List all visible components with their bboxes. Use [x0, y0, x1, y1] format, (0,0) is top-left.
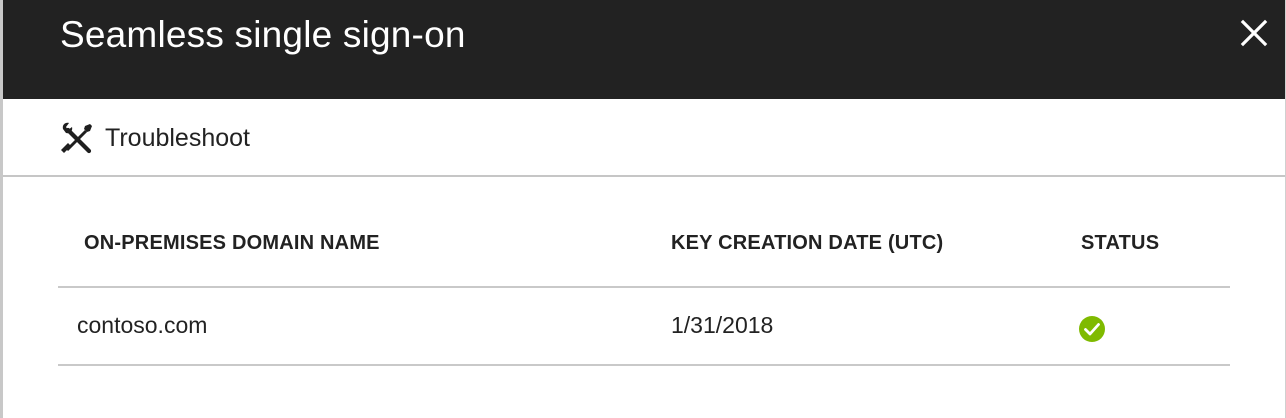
wrench-screwdriver-icon [59, 120, 95, 156]
table-row[interactable]: contoso.com 1/31/2018 [58, 288, 1230, 366]
blade-title: Seamless single sign-on [60, 14, 466, 55]
troubleshoot-button[interactable]: Troubleshoot [59, 119, 250, 157]
column-header-key-date: KEY CREATION DATE (UTC) [671, 232, 944, 254]
table-header: ON-PREMISES DOMAIN NAME KEY CREATION DAT… [58, 210, 1230, 288]
close-icon [1240, 19, 1268, 47]
command-bar: Troubleshoot [3, 99, 1285, 177]
sso-blade: Seamless single sign-on Troubleshoot ON-… [0, 0, 1286, 418]
domain-table: ON-PREMISES DOMAIN NAME KEY CREATION DAT… [58, 210, 1230, 366]
check-circle-icon [1078, 315, 1106, 343]
troubleshoot-label: Troubleshoot [105, 123, 250, 152]
blade-header: Seamless single sign-on [3, 0, 1285, 99]
column-header-status: STATUS [1081, 232, 1160, 254]
key-date-cell: 1/31/2018 [671, 312, 774, 338]
column-header-domain: ON-PREMISES DOMAIN NAME [84, 232, 380, 254]
close-button[interactable] [1235, 14, 1273, 52]
domain-cell: contoso.com [77, 312, 208, 338]
